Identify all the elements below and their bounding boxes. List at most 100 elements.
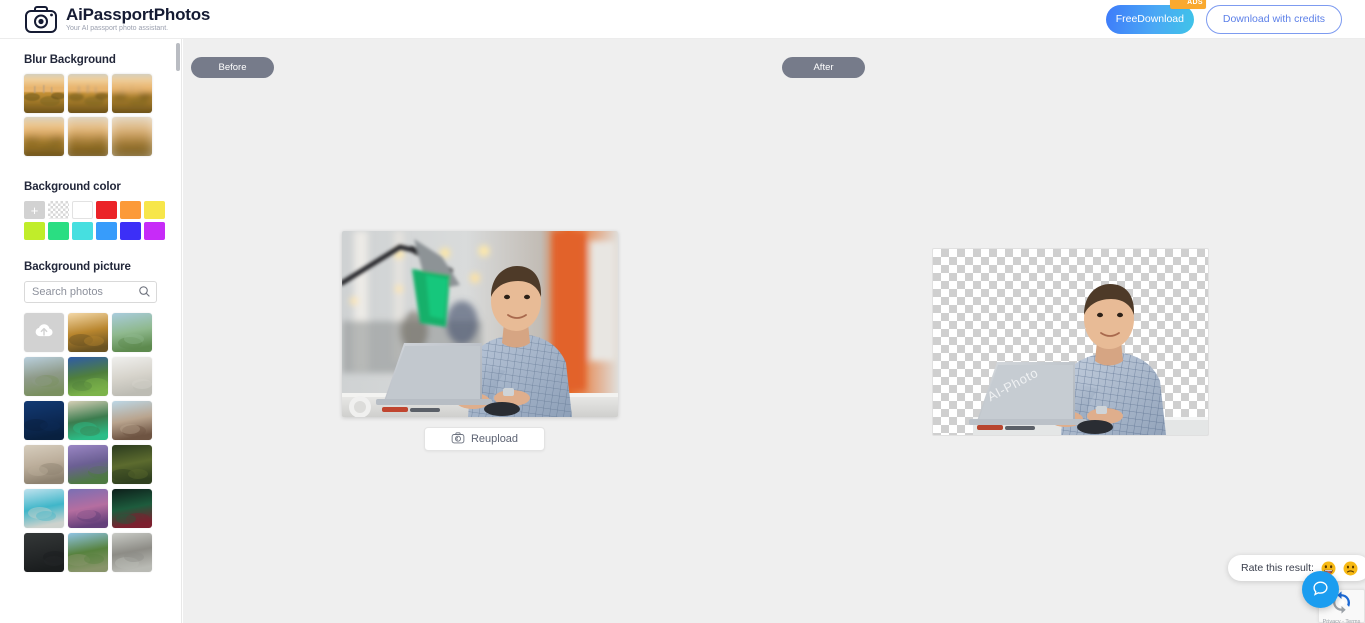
thumb-photo-garden-path[interactable] [68,533,108,572]
sidebar-scrollbar[interactable] [176,39,181,623]
color-swatch-magenta[interactable] [144,222,165,240]
background-picture-title: Background picture [24,261,131,273]
thumb-photo-neon-carnival[interactable] [112,489,152,528]
free-download-button[interactable]: FreeDownload ADS [1105,0,1206,34]
thumb-art [112,533,152,572]
after-photo-art [969,284,1208,435]
brand-subtitle: Your AI passport photo assistant. [66,25,169,32]
thumb-art [24,445,64,484]
color-swatch-blue[interactable] [96,222,117,240]
sunset-art [112,74,152,113]
ads-badge: ADS [1170,0,1206,9]
thumb-upload-photo[interactable] [24,313,64,352]
background-color-grid: + [24,201,165,240]
thumb-photo-green-hills[interactable] [68,357,108,396]
thumb-art [68,313,108,352]
thumb-art [112,489,152,528]
blur-thumb-6[interactable] [112,117,152,156]
thumb-photo-chalkboard[interactable] [24,533,64,572]
brand-title: AiPassportPhotos [66,5,211,24]
blur-thumb-3[interactable] [112,74,152,113]
app-root: AiPassportPhotos Your AI passport photo … [0,0,1365,623]
thumb-art [24,357,64,396]
blur-thumb-5[interactable] [68,117,108,156]
chat-support-button[interactable] [1302,571,1339,608]
header-actions: FreeDownload ADS Download with credits [1105,0,1342,34]
after-label-pill[interactable]: After [782,57,865,78]
sunset-art [112,117,152,156]
thumb-art [24,401,64,440]
color-swatch-indigo[interactable] [120,222,141,240]
search-photos-wrap [24,281,157,303]
color-swatch-yellow[interactable] [144,201,165,219]
reupload-button[interactable]: Reupload [424,427,545,451]
thumb-art [24,533,64,572]
color-swatch-white[interactable] [72,201,93,219]
blur-thumb-4[interactable] [24,117,64,156]
thumb-photo-lone-tree-meadow[interactable] [112,313,152,352]
before-label-pill[interactable]: Before [191,57,274,78]
color-swatch-red[interactable] [96,201,117,219]
thumb-photo-night-moon[interactable] [24,401,64,440]
sunset-art [24,117,64,156]
camera-icon [451,431,465,448]
color-swatch-transparent[interactable] [48,201,69,219]
blur-thumb-2[interactable] [68,74,108,113]
rate-result-label: Rate this result: [1241,562,1314,574]
app-header: AiPassportPhotos Your AI passport photo … [0,0,1365,39]
ads-tag-shape [1170,0,1185,9]
color-swatch-add-color[interactable]: + [24,201,45,219]
thumb-art [68,489,108,528]
free-download-label: FreeDownload [1115,13,1184,25]
camera-icon [24,4,58,34]
cloud-upload-icon [34,320,54,345]
ads-badge-label: ADS [1184,0,1206,9]
thumb-art [68,401,108,440]
thumb-photo-purple-mountains[interactable] [68,445,108,484]
sunset-art [68,74,108,113]
blur-background-grid [24,74,157,156]
thumb-art [24,489,64,528]
thumb-photo-desert-plain[interactable] [112,401,152,440]
thumb-art [112,357,152,396]
after-photo[interactable]: AI-Photo [933,249,1208,435]
thumb-photo-green-car-tree[interactable] [68,401,108,440]
sunset-art [24,74,64,113]
sidebar-content: Blur Background Background color + Backg… [0,54,181,592]
rate-result-widget: Rate this result: [1228,555,1365,581]
brand-logo[interactable]: AiPassportPhotos Your AI passport photo … [24,4,210,34]
thumb-art [68,357,108,396]
color-swatch-lime[interactable] [24,222,45,240]
chat-bubble-icon [1312,580,1329,600]
sidebar-panel: Blur Background Background color + Backg… [0,39,182,623]
blur-background-title: Blur Background [24,54,116,66]
download-with-credits-button[interactable]: Download with credits [1205,4,1342,34]
background-color-title: Background color [24,181,121,193]
blur-thumb-1[interactable] [24,74,64,113]
sidebar-scrollbar-thumb[interactable] [176,43,180,71]
color-swatch-orange[interactable] [120,201,141,219]
before-photo-art [342,231,618,417]
color-swatch-green[interactable] [48,222,69,240]
thumb-art [68,445,108,484]
thumb-art [112,401,152,440]
color-swatch-cyan[interactable] [72,222,93,240]
thumb-photo-white-interior[interactable] [112,357,152,396]
thumb-art [68,533,108,572]
thumb-photo-sunset-field[interactable] [68,313,108,352]
sunset-art [68,117,108,156]
thumb-art [112,313,152,352]
reupload-label: Reupload [470,433,519,445]
search-photos-input[interactable] [24,281,157,303]
recaptcha-privacy-terms[interactable]: Privacy - Terms [1323,619,1361,623]
thumb-photo-snow-forest[interactable] [112,533,152,572]
thumb-photo-mountain-peak[interactable] [24,357,64,396]
thumb-photo-beach-pier[interactable] [24,489,64,528]
thumb-photo-horse-under-tree[interactable] [112,445,152,484]
editor-canvas: Before After AI-Photo Reupload [183,39,1365,623]
thumb-photo-flower-sunset[interactable] [68,489,108,528]
confused-face-icon[interactable] [1343,561,1358,576]
before-photo[interactable] [342,231,618,417]
thumb-photo-curtain-window[interactable] [24,445,64,484]
background-picture-grid [24,313,157,572]
